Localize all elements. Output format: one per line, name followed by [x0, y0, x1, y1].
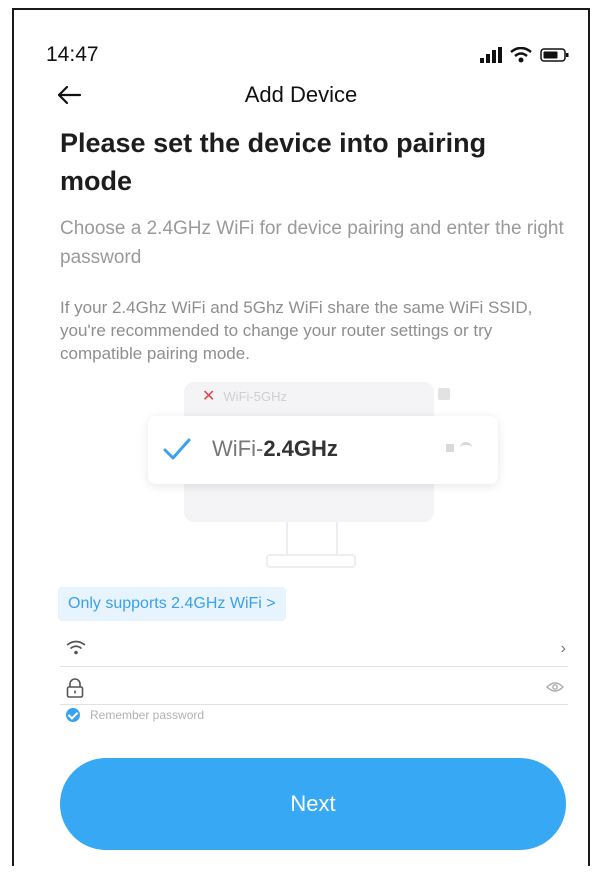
wifi-name-field[interactable]: › [60, 632, 568, 667]
nav-bar: Add Device [14, 76, 588, 116]
wifi-24ghz-band: 2.4GHz [263, 436, 338, 461]
password-field[interactable] [60, 670, 568, 705]
wifi-icon [66, 640, 86, 655]
eye-icon[interactable] [546, 681, 564, 693]
remember-password-checkbox[interactable] [66, 708, 80, 722]
wifi-24ghz-card: WiFi-2.4GHz [148, 416, 498, 484]
monitor-stand [286, 522, 338, 556]
check-icon [163, 438, 191, 460]
next-button[interactable]: Next [60, 758, 566, 850]
wifi-icon [510, 47, 532, 63]
battery-icon [540, 48, 569, 62]
cross-icon: ✕ [202, 388, 216, 405]
wifi-5ghz-label: WiFi-5GHz [223, 388, 287, 404]
ssid-note: If your 2.4Ghz WiFi and 5Ghz WiFi share … [60, 298, 533, 363]
signal-icon [480, 47, 502, 63]
chevron-right-icon[interactable]: › [561, 640, 566, 658]
wifi-name-input[interactable] [100, 636, 528, 664]
password-input[interactable] [100, 674, 528, 702]
lock-icon [66, 678, 84, 698]
wifi-icon [460, 442, 472, 453]
wifi-24ghz-prefix: WiFi- [212, 436, 264, 461]
lock-icon [446, 443, 454, 452]
status-time: 14:47 [46, 43, 99, 66]
status-bar: 14:47 [46, 40, 570, 70]
lock-icon [438, 388, 450, 400]
remember-password-row[interactable]: Remember password [66, 708, 204, 722]
status-icons [480, 47, 570, 63]
page-headline: Please set the device into pairing mode [60, 128, 487, 196]
wifi-24ghz-icons [446, 442, 472, 453]
nav-title: Add Device [244, 82, 358, 107]
remember-password-label: Remember password [90, 708, 205, 722]
monitor-base [266, 554, 356, 568]
wifi-illustration: ✕ WiFi-5GHz WiFi-2.4GHz [14, 370, 588, 590]
phone-screen: 14:47 Add Device Please set the device i… [12, 8, 590, 866]
wifi-5ghz-row: ✕ WiFi-5GHz [202, 384, 287, 408]
supports-24ghz-link[interactable]: Only supports 2.4GHz WiFi > [58, 587, 286, 621]
page-subhead: Choose a 2.4GHz WiFi for device pairing … [60, 218, 564, 268]
wifi-24ghz-label: WiFi-2.4GHz [212, 436, 338, 462]
